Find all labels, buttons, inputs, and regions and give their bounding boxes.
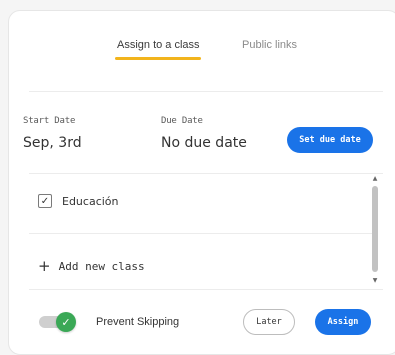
scroll-thumb[interactable] [372,186,378,272]
divider [29,91,383,92]
class-item-educacion[interactable]: ✓ Educación [38,194,119,208]
class-list-scrollbar[interactable]: ▲ ▼ [370,174,380,290]
active-tab-indicator [115,57,201,60]
prevent-skipping-label: Prevent Skipping [96,316,180,328]
prevent-skipping-toggle[interactable]: ✓ [39,312,76,332]
start-date-label: Start Date [23,116,76,126]
plus-icon: + [38,257,51,275]
assign-button[interactable]: Assign [315,309,371,335]
start-date-value[interactable]: Sep, 3rd [23,135,82,151]
due-date-label: Due Date [161,116,203,126]
add-new-class-label: Add new class [58,260,145,273]
class-label: Educación [62,194,119,208]
check-icon: ✓ [40,195,50,207]
divider [29,289,383,290]
check-icon: ✓ [56,312,76,332]
tab-bar: Assign to a class Public links [9,11,395,81]
scroll-down-arrow-icon[interactable]: ▼ [370,276,380,286]
tab-public-links[interactable]: Public links [242,39,297,51]
divider [29,233,373,234]
set-due-date-button[interactable]: Set due date [287,127,373,153]
later-button[interactable]: Later [243,309,295,335]
assign-dialog: Assign to a class Public links Start Dat… [8,10,395,355]
scroll-up-arrow-icon[interactable]: ▲ [370,174,380,184]
due-date-value[interactable]: No due date [161,135,247,151]
add-new-class-button[interactable]: + Add new class [38,259,145,274]
tab-assign-to-class[interactable]: Assign to a class [117,39,200,51]
checkbox-checked[interactable]: ✓ [38,194,52,208]
divider [29,173,383,174]
